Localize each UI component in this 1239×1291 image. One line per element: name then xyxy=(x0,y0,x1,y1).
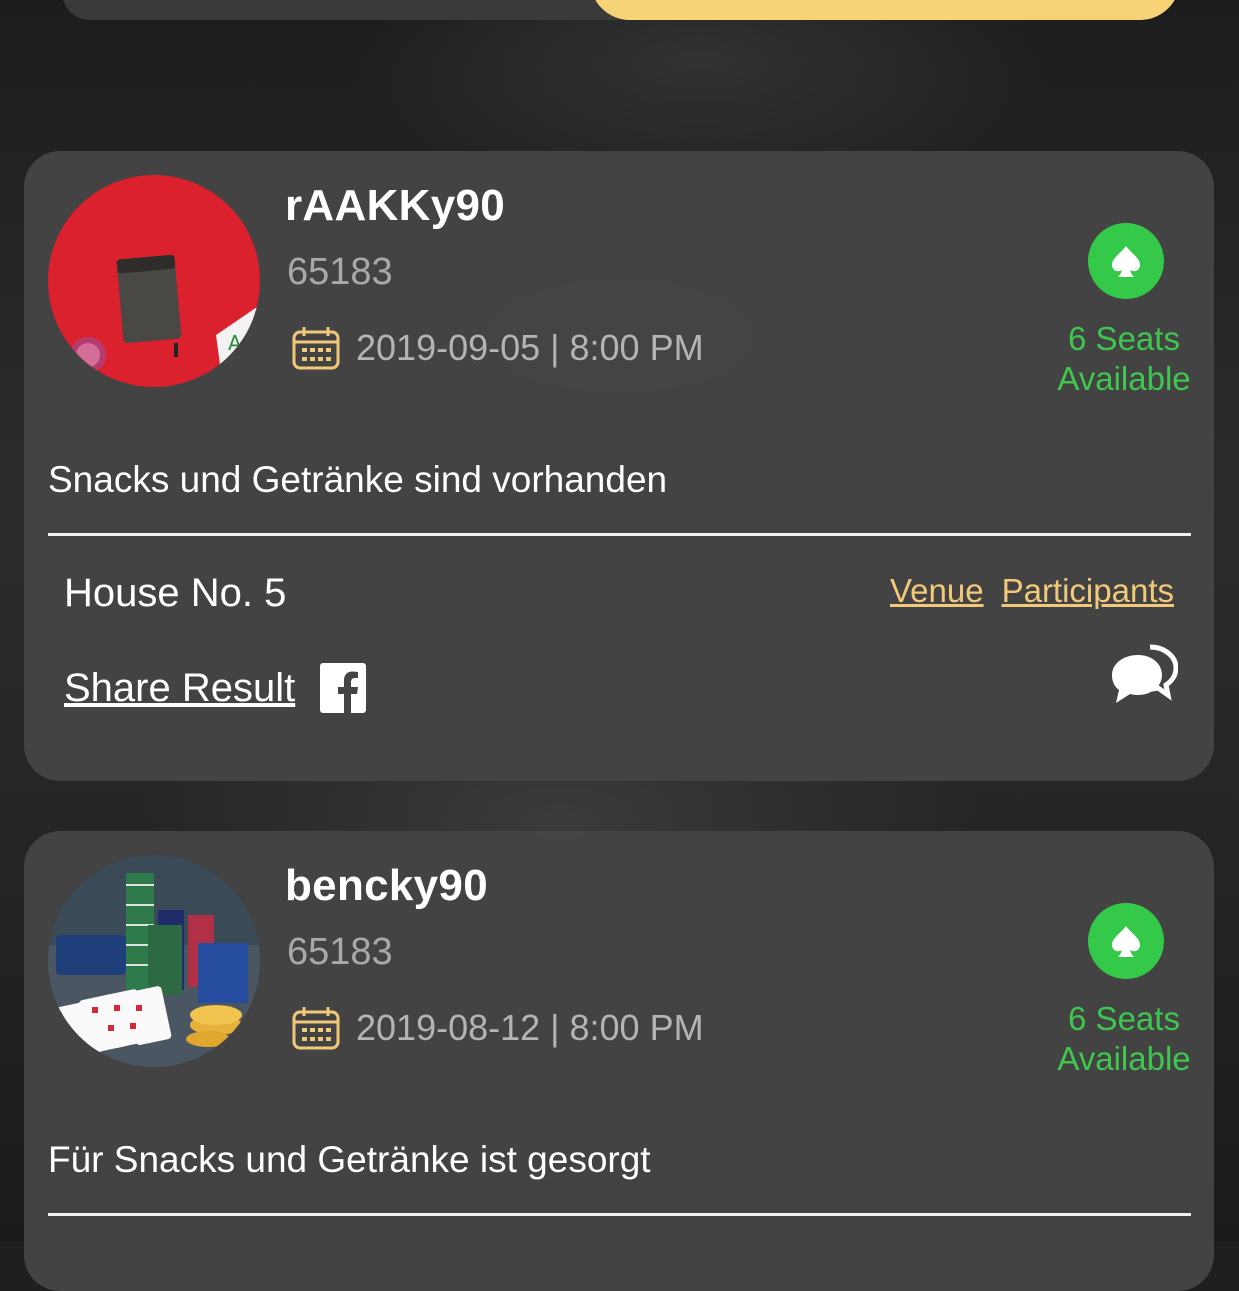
game-description: Für Snacks und Getränke ist gesorgt xyxy=(48,1139,651,1180)
top-action-button[interactable] xyxy=(590,0,1180,20)
seats-count: 6 Seats xyxy=(1068,1000,1180,1037)
share-result-link[interactable]: Share Result xyxy=(64,666,295,711)
host-id: 65183 xyxy=(287,251,393,293)
facebook-icon[interactable] xyxy=(320,663,367,713)
host-id: 65183 xyxy=(287,931,393,973)
spade-icon xyxy=(1088,223,1164,299)
date-row: 2019-08-12 | 8:00 PM xyxy=(292,1003,704,1053)
host-username: rAAKKy90 xyxy=(285,181,506,230)
avatar[interactable] xyxy=(48,855,260,1067)
date-row: 2019-09-05 | 8:00 PM xyxy=(292,323,704,373)
spade-icon xyxy=(1088,903,1164,979)
participants-link[interactable]: Participants xyxy=(1002,572,1174,610)
chat-bubbles-icon[interactable] xyxy=(1110,641,1178,707)
seats-available: 6 Seats Available xyxy=(1034,319,1214,399)
host-username: bencky90 xyxy=(285,861,488,910)
venue-name: House No. 5 xyxy=(64,571,287,615)
game-card[interactable]: bencky90 65183 2019-08-12 | 8:00 PM 6 Se… xyxy=(24,831,1214,1291)
game-datetime: 2019-08-12 | 8:00 PM xyxy=(356,1007,704,1048)
share-row: Share Result xyxy=(64,663,367,713)
avatar[interactable]: A xyxy=(48,175,260,387)
venue-link[interactable]: Venue xyxy=(890,572,984,610)
game-description: Snacks und Getränke sind vorhanden xyxy=(48,459,668,500)
game-card[interactable]: A rAAKKy90 65183 2019-09-05 | 8:00 PM 6 … xyxy=(24,151,1214,781)
svg-text:A: A xyxy=(228,331,242,355)
calendar-icon xyxy=(292,327,340,370)
calendar-icon xyxy=(292,1007,340,1050)
seats-label: Available xyxy=(1057,360,1191,397)
game-datetime: 2019-09-05 | 8:00 PM xyxy=(356,327,704,368)
seats-count: 6 Seats xyxy=(1068,320,1180,357)
seats-available: 6 Seats Available xyxy=(1034,999,1214,1079)
divider xyxy=(48,533,1191,536)
seats-label: Available xyxy=(1057,1040,1191,1077)
card-links: Venue Participants xyxy=(890,572,1174,610)
divider xyxy=(48,1213,1191,1216)
